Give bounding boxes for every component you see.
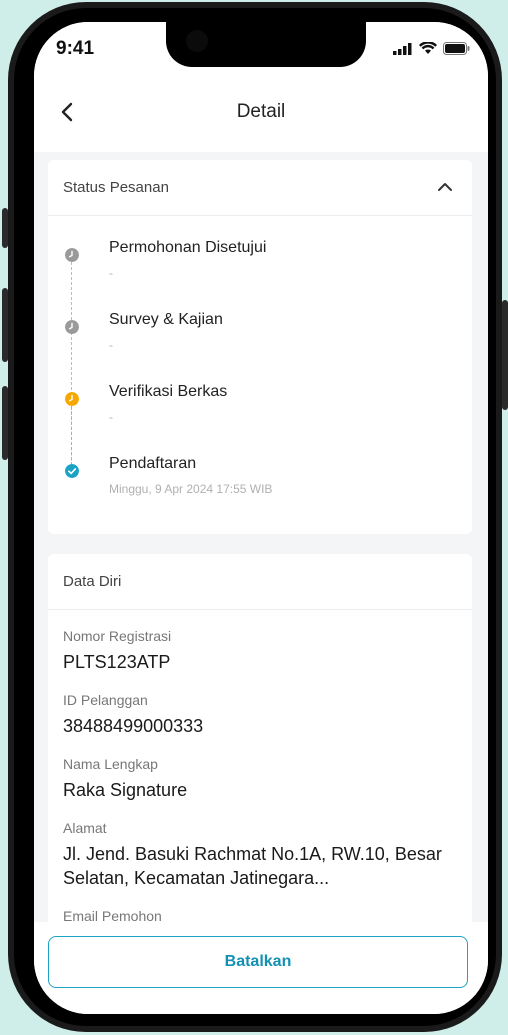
app-header: Detail [34,82,488,152]
phone-volume-down [2,386,8,460]
clock-icon [65,320,79,334]
page-title: Detail [236,101,286,122]
field-registration-number: Nomor Registrasi PLTS123ATP [48,628,472,674]
field-label: ID Pelanggan [63,692,148,708]
signal-icon [393,43,412,55]
field-label: Alamat [63,820,107,836]
content-area: Status Pesanan Permohonan Disetujui - Su… [48,160,472,990]
clock-icon [65,392,79,406]
notch [166,22,366,67]
chevron-up-icon[interactable] [436,178,454,196]
timeline-step: Survey & Kajian - [48,302,472,374]
phone-volume-up [2,288,8,362]
field-value: Jl. Jend. Basuki Rachmat No.1A, RW.10, B… [63,844,442,888]
personal-data-header: Data Diri [48,554,472,610]
personal-data-title: Data Diri [63,573,122,590]
step-timestamp: - [109,410,113,424]
step-label: Verifikasi Berkas [109,383,228,400]
phone-power-button [502,300,508,410]
field-label: Nomor Registrasi [63,628,172,644]
app-screen: 9:41 Detail Status Pesanan Permohonan Di… [34,22,488,1014]
field-label: Nama Lengkap [63,756,158,772]
field-customer-id: ID Pelanggan 38488499000333 [48,692,472,738]
field-value: PLTS123ATP [63,652,171,672]
field-full-name: Nama Lengkap Raka Signature [48,756,472,802]
field-value: 38488499000333 [63,716,204,736]
field-value: Raka Signature [63,780,188,800]
camera [186,30,208,52]
status-card-title: Status Pesanan [63,179,169,196]
personal-data-card: Data Diri Nomor Registrasi PLTS123ATP ID… [48,554,472,970]
timeline-step: Permohonan Disetujui - [48,230,472,302]
status-icons [393,42,470,55]
step-label: Pendaftaran [109,455,197,472]
timeline-step: Verifikasi Berkas - [48,374,472,446]
timeline-step: Pendaftaran Minggu, 9 Apr 2024 17:55 WIB [48,446,472,518]
clock-icon [65,248,79,262]
phone-side-button [2,208,8,248]
step-label: Survey & Kajian [109,311,223,328]
status-card: Status Pesanan Permohonan Disetujui - Su… [48,160,472,534]
battery-icon [443,42,470,55]
check-circle-icon [65,464,79,478]
status-time: 9:41 [56,38,95,59]
step-timestamp: - [109,338,113,352]
step-timestamp: Minggu, 9 Apr 2024 17:55 WIB [109,482,273,496]
status-card-header[interactable]: Status Pesanan [48,160,472,216]
field-address: Alamat Jl. Jend. Basuki Rachmat No.1A, R… [48,820,472,890]
step-label: Permohonan Disetujui [109,239,267,256]
bottom-action-bar: Batalkan [34,922,488,1014]
cancel-button[interactable]: Batalkan [48,936,468,988]
step-timestamp: - [109,266,113,280]
wifi-icon [419,42,437,54]
status-timeline: Permohonan Disetujui - Survey & Kajian -… [48,216,472,534]
